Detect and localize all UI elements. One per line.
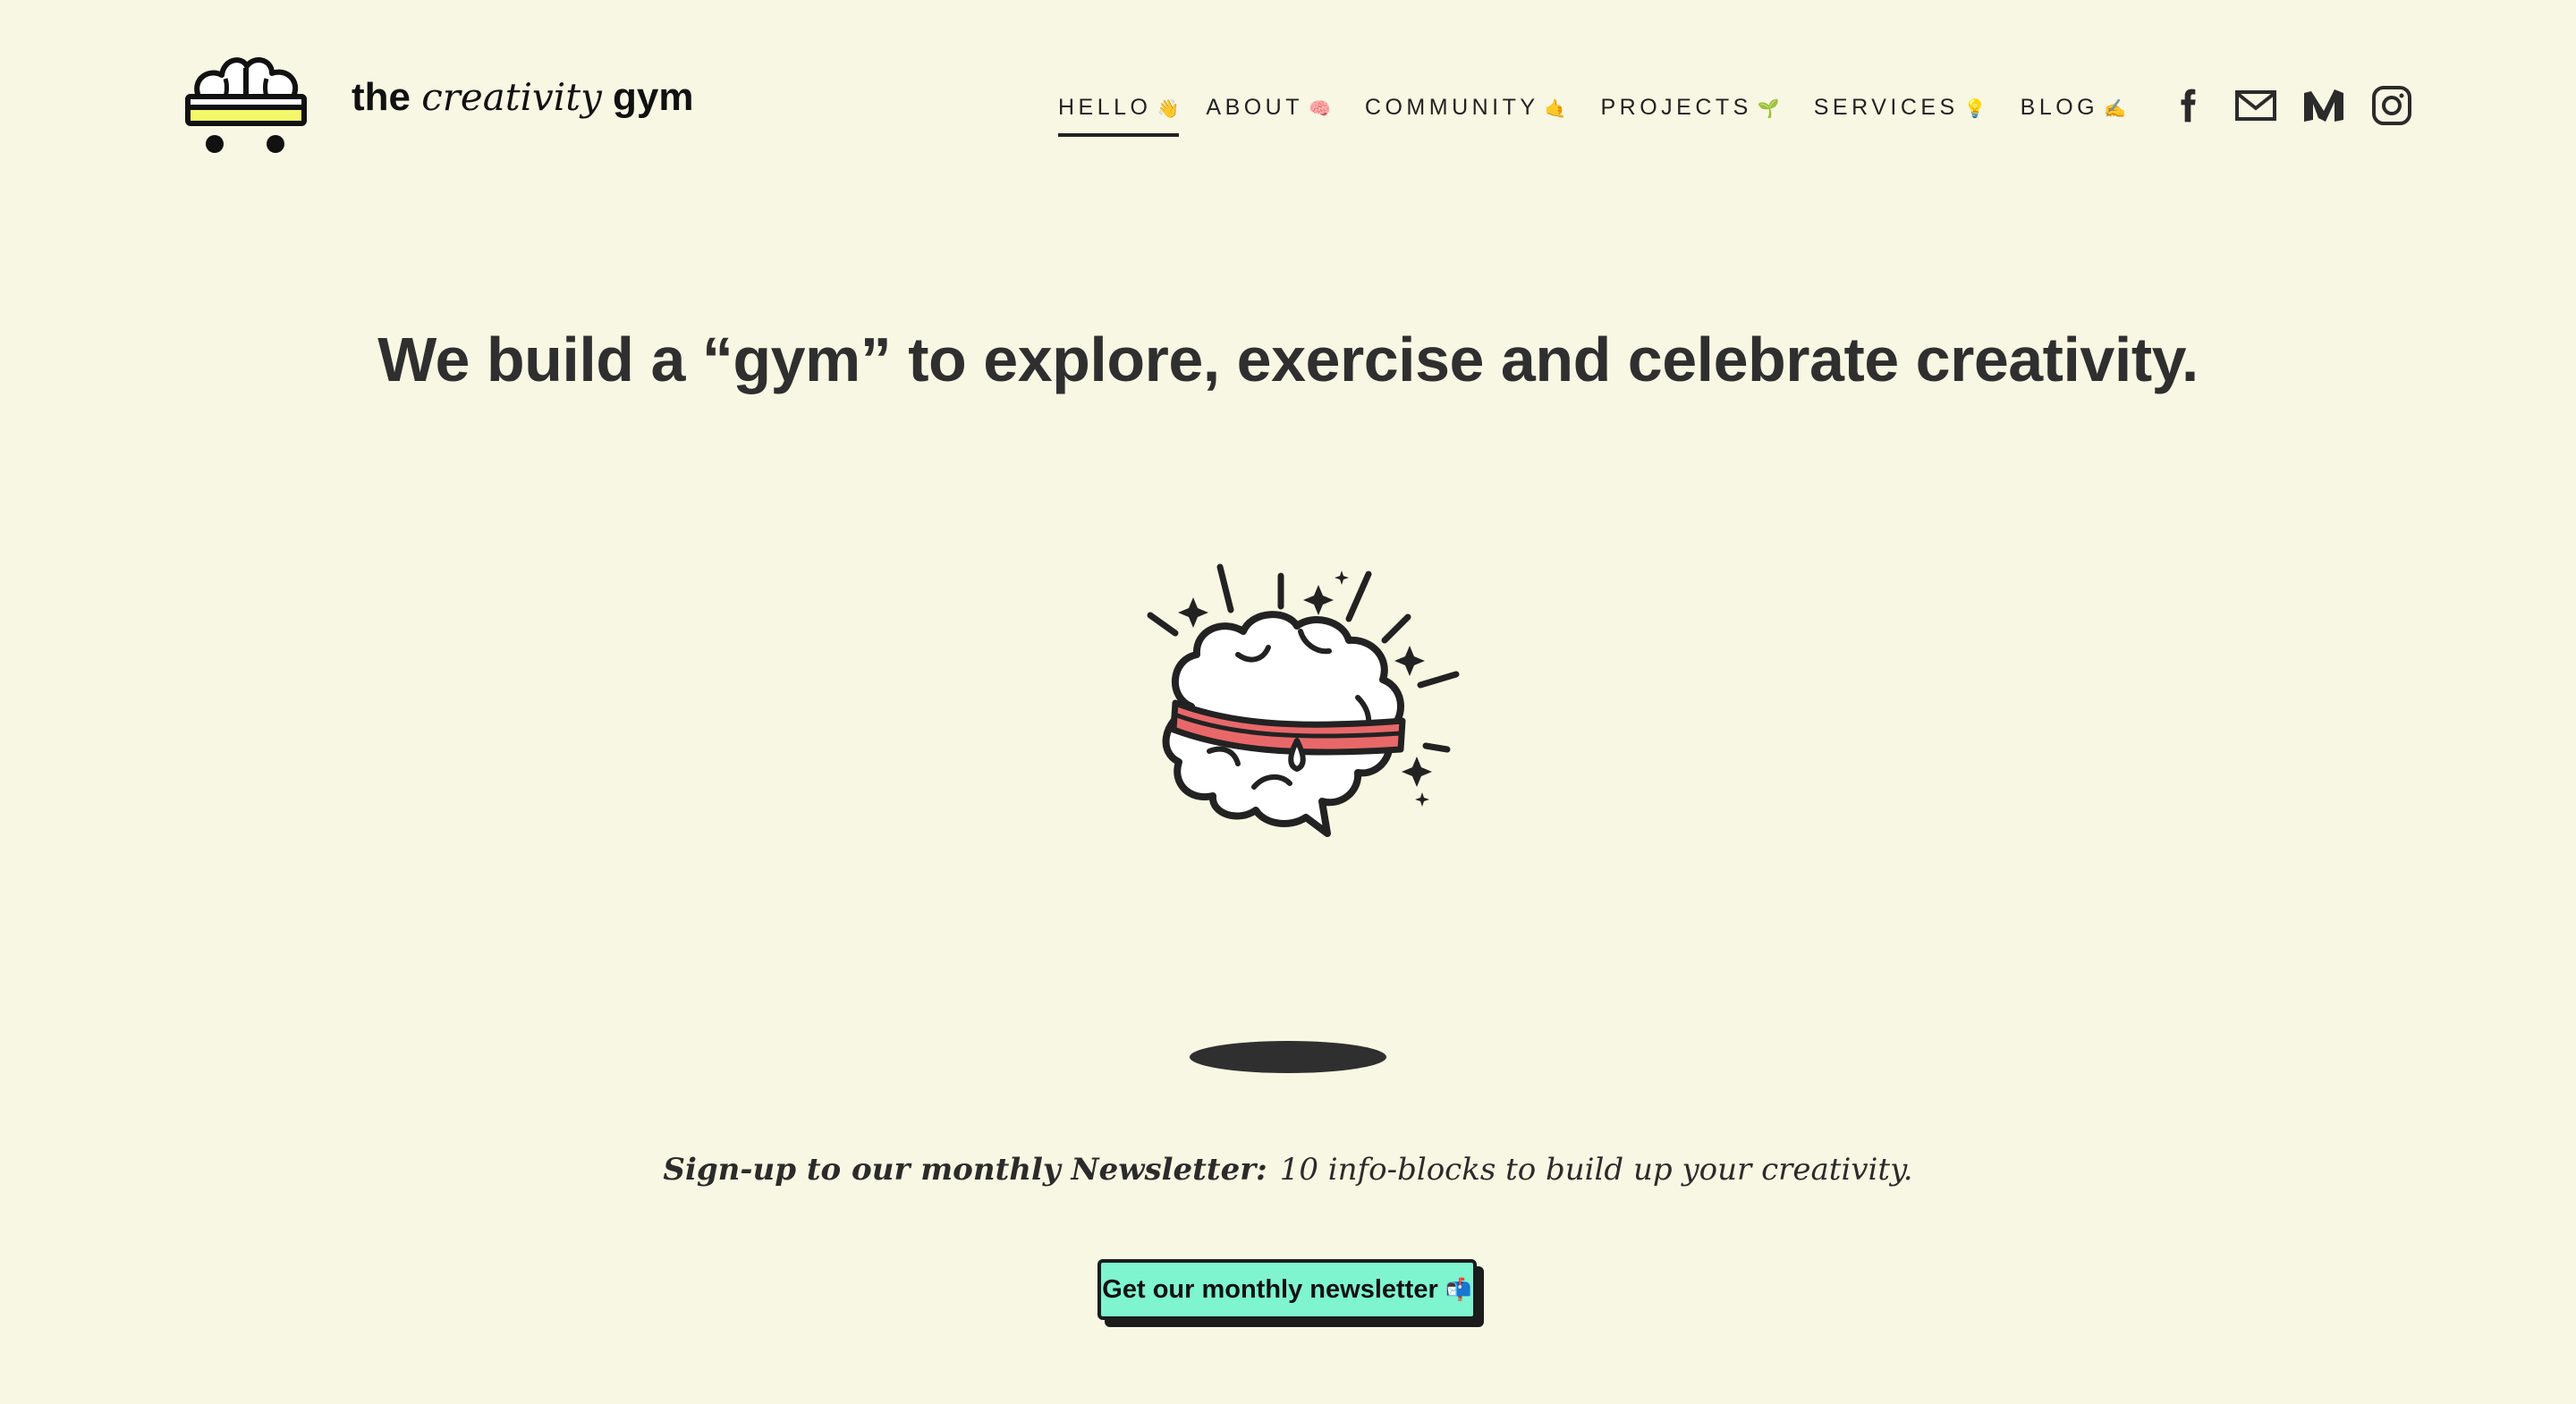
brand-name[interactable]: the creativity gym xyxy=(352,75,694,120)
nav-label: PROJECTS xyxy=(1600,94,1752,120)
brand-name-italic: creativity xyxy=(421,75,602,119)
brain-icon: 🧠 xyxy=(1309,98,1331,119)
social-links xyxy=(2166,84,2413,127)
nav-label: HELLO xyxy=(1058,94,1152,120)
newsletter-lead: Sign-up to our monthly Newsletter: xyxy=(663,1152,1267,1188)
nav-label: ABOUT xyxy=(1206,94,1304,120)
nav-label: BLOG xyxy=(2020,94,2099,120)
nav-item-blog[interactable]: BLOG ✍ xyxy=(2021,95,2126,121)
brand-name-prefix: the xyxy=(352,75,411,119)
writing-hand-icon: ✍ xyxy=(2104,98,2127,119)
main-nav: HELLO 👋 ABOUT 🧠 COMMUNITY 🤙 PROJECTS 🌱 SERVI… xyxy=(1058,89,2126,137)
call-me-hand-icon: 🤙 xyxy=(1544,98,1567,119)
nav-item-services[interactable]: SERVICES 💡 xyxy=(1814,95,1987,121)
mailbox-icon: 📬 xyxy=(1445,1277,1472,1302)
hero-title: We build a “gym” to explore, exercise an… xyxy=(377,325,2199,394)
nav-item-community[interactable]: COMMUNITY 🤙 xyxy=(1365,95,1567,121)
newsletter-signup-text: Sign-up to our monthly Newsletter: 10 inf… xyxy=(0,1152,2576,1188)
newsletter-description: 10 info-blocks to build up your creativi… xyxy=(1279,1152,1913,1188)
brain-cart-logo-icon[interactable] xyxy=(182,52,308,157)
medium-icon[interactable] xyxy=(2302,84,2345,127)
nav-label: SERVICES xyxy=(1813,94,1959,120)
newsletter-button-label: Get our monthly newsletter xyxy=(1102,1274,1438,1304)
get-newsletter-button[interactable]: Get our monthly newsletter 📬 xyxy=(1097,1259,1477,1320)
nav-item-projects[interactable]: PROJECTS 🌱 xyxy=(1600,95,1779,121)
instagram-icon[interactable] xyxy=(2370,84,2413,127)
facebook-icon[interactable] xyxy=(2166,84,2209,127)
brand-name-suffix: gym xyxy=(613,75,694,119)
wave-icon: 👋 xyxy=(1157,98,1180,119)
seedling-icon: 🌱 xyxy=(1757,98,1780,119)
light-bulb-icon: 💡 xyxy=(1963,98,1987,119)
nav-item-about[interactable]: ABOUT 🧠 xyxy=(1206,95,1331,121)
mail-icon[interactable] xyxy=(2234,84,2277,127)
newsletter-button-wrapper: Get our monthly newsletter 📬 xyxy=(1097,1259,1484,1327)
floating-shadow xyxy=(1190,1041,1386,1073)
brain-headband-illustration-icon xyxy=(1147,563,1460,837)
nav-label: COMMUNITY xyxy=(1364,94,1539,120)
nav-item-hello[interactable]: HELLO 👋 xyxy=(1058,94,1180,137)
site-header: the creativity gym HELLO 👋 ABOUT 🧠 COMMUNI… xyxy=(0,0,2576,215)
